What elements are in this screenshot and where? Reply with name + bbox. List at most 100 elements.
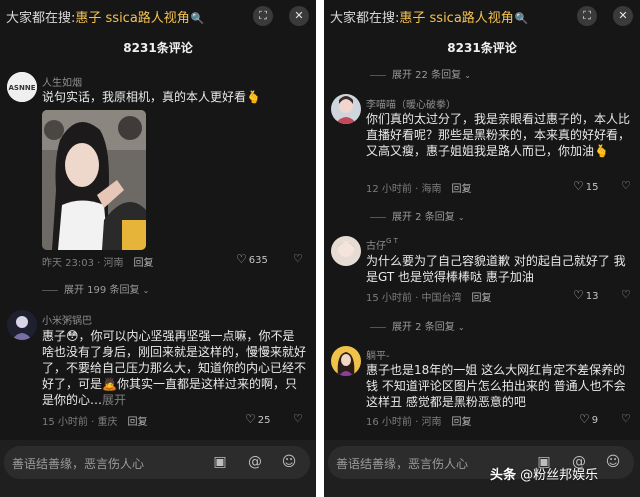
avatar[interactable]: [331, 94, 361, 124]
trending-prefix: 大家都在搜:: [330, 11, 400, 26]
dislike-heart-icon[interactable]: ♡: [621, 179, 631, 192]
comment-count: 8231条评论: [447, 41, 517, 55]
close-icon[interactable]: ✕: [613, 6, 633, 26]
comment-time: 16 小时前 · 河南: [366, 417, 442, 428]
comment-panel-left: 大家都在搜:惠子 ssica路人视角🔍 ⛶ ✕ 8231条评论 ASNNE 人生…: [0, 0, 316, 497]
trending-keyword[interactable]: 惠子 ssica路人视角: [399, 11, 513, 26]
like-button[interactable]: ♡ 13: [573, 288, 599, 302]
heart-icon: ♡: [579, 412, 590, 426]
watermark-account: @粉丝邦娱乐: [520, 468, 599, 483]
avatar-image: [331, 346, 361, 376]
chevron-down-icon: ⌄: [142, 286, 150, 295]
comment-meta: 15 小时前 · 重庆 回复: [42, 413, 147, 428]
dislike-heart-icon[interactable]: ♡: [621, 288, 631, 301]
reply-button[interactable]: 回复: [451, 417, 471, 428]
dislike-heart-icon[interactable]: ♡: [293, 252, 303, 265]
input-placeholder: 善语结善缘，恶言伤人心: [12, 457, 145, 471]
dislike-heart-icon[interactable]: ♡: [621, 412, 631, 425]
like-count: 15: [585, 182, 599, 193]
image-icon[interactable]: ▣: [210, 452, 230, 472]
comment-time: 12 小时前 · 海南: [366, 184, 442, 195]
comment-text: 说句实话，我原相机，真的本人更好看🫰: [42, 90, 261, 104]
username-text: 古仔: [366, 241, 386, 252]
like-button[interactable]: ♡ 9: [579, 412, 598, 426]
comment-text: 为什么要为了自己容貌道歉 对的起自己就好了 我是GT 也是觉得棒棒哒 惠子加油: [366, 254, 626, 284]
like-button[interactable]: ♡ 25: [245, 412, 271, 426]
close-icon[interactable]: ✕: [289, 6, 309, 26]
emoji-icon[interactable]: ☺: [603, 452, 623, 472]
comment-meta: 15 小时前 · 中国台湾 回复: [366, 289, 491, 304]
at-icon[interactable]: @: [245, 452, 265, 472]
comment-meta: 16 小时前 · 河南 回复: [366, 413, 471, 428]
heart-icon: ♡: [573, 179, 584, 193]
avatar[interactable]: [7, 310, 37, 340]
avatar[interactable]: ASNNE: [7, 72, 37, 102]
avatar-image: [7, 310, 37, 340]
comment-username[interactable]: 人生如烟: [42, 74, 82, 89]
watermark-platform: 头条: [490, 468, 517, 483]
chevron-down-icon: ⌄: [457, 323, 465, 332]
expand-replies-label: 展开 22 条回复: [392, 70, 462, 81]
like-count: 13: [585, 291, 599, 302]
expand-replies-button[interactable]: 展开 199 条回复 ⌄: [42, 281, 149, 296]
screenshot-stage: 大家都在搜:惠子 ssica路人视角🔍 ⛶ ✕ 8231条评论 ASNNE 人生…: [0, 0, 640, 497]
trending-keyword[interactable]: 惠子 ssica路人视角: [75, 11, 189, 26]
comment-meta: 12 小时前 · 海南 回复: [366, 180, 471, 195]
comment-username[interactable]: 躺平-: [366, 347, 390, 362]
trending-search[interactable]: 大家都在搜:惠子 ssica路人视角🔍: [330, 7, 529, 26]
comment-username[interactable]: 李喵喵（暖心破拳）: [366, 96, 456, 111]
expand-replies-button[interactable]: 展开 2 条回复 ⌄: [370, 208, 465, 223]
svg-text:ASNNE: ASNNE: [9, 84, 36, 92]
heart-icon: ♡: [245, 412, 256, 426]
reply-button[interactable]: 回复: [134, 258, 154, 269]
photo-image: [42, 110, 146, 250]
comment-time: 昨天 23:03 · 河南: [42, 258, 124, 269]
like-count: 9: [591, 415, 599, 426]
avatar[interactable]: [331, 236, 361, 266]
comment-text: 惠子😳，你可以内心坚强再坚强一点嘛，你不是啥也没有了身后，刚回来就是这样的，慢慢…: [42, 328, 306, 408]
username-tag: G T: [386, 237, 398, 245]
avatar-logo: ASNNE: [7, 72, 37, 102]
like-count: 635: [248, 255, 268, 266]
divider-line: [370, 216, 386, 218]
avatar[interactable]: [331, 346, 361, 376]
avatar-image: [331, 236, 361, 266]
comment-meta: 昨天 23:03 · 河南 回复: [42, 254, 154, 269]
expand-replies-label: 展开 199 条回复: [64, 285, 140, 296]
like-button[interactable]: ♡ 15: [573, 179, 599, 193]
expand-replies-button[interactable]: 展开 22 条回复 ⌄: [370, 66, 471, 81]
divider-line: [42, 289, 58, 291]
emoji-icon[interactable]: ☺: [279, 452, 299, 472]
divider-line: [370, 326, 386, 328]
watermark: 头条 @粉丝邦娱乐: [490, 464, 598, 483]
comment-input[interactable]: 善语结善缘，恶言伤人心 ▣ @ ☺: [4, 446, 310, 479]
like-count: 25: [257, 415, 271, 426]
expand-replies-button[interactable]: 展开 2 条回复 ⌄: [370, 318, 465, 333]
search-icon: 🔍: [514, 12, 529, 25]
comment-time: 15 小时前 · 重庆: [42, 417, 118, 428]
fullscreen-icon[interactable]: ⛶: [577, 6, 597, 26]
comment-body: 惠子😳，你可以内心坚强再坚强一点嘛，你不是啥也没有了身后，刚回来就是这样的，慢慢…: [42, 329, 307, 407]
fullscreen-icon[interactable]: ⛶: [253, 6, 273, 26]
comment-text: 你们真的太过分了，我是亲眼看过惠子的，本人比直播好看呢？那些是黑粉来的，本来真的…: [366, 112, 631, 158]
avatar-image: [331, 94, 361, 124]
like-button[interactable]: ♡ 635: [236, 252, 268, 266]
expand-text-link[interactable]: 展开: [102, 393, 126, 407]
trending-search[interactable]: 大家都在搜:惠子 ssica路人视角🔍: [6, 7, 205, 26]
comment-username[interactable]: 小米粥锅巴: [42, 312, 92, 327]
reply-button[interactable]: 回复: [451, 184, 471, 195]
comment-panel-right: 大家都在搜:惠子 ssica路人视角🔍 ⛶ ✕ 8231条评论 展开 22 条回…: [324, 0, 640, 497]
reply-button[interactable]: 回复: [127, 417, 147, 428]
comment-count: 8231条评论: [123, 41, 193, 55]
input-placeholder: 善语结善缘，恶言伤人心: [336, 457, 469, 471]
reply-button[interactable]: 回复: [471, 293, 491, 304]
comment-time: 15 小时前 · 中国台湾: [366, 293, 462, 304]
expand-replies-label: 展开 2 条回复: [392, 212, 455, 223]
divider-line: [370, 74, 386, 76]
search-icon: 🔍: [190, 12, 205, 25]
heart-icon: ♡: [236, 252, 247, 266]
comment-photo[interactable]: [42, 110, 146, 250]
dislike-heart-icon[interactable]: ♡: [293, 412, 303, 425]
chevron-down-icon: ⌄: [464, 71, 471, 80]
comment-username[interactable]: 古仔G T: [366, 237, 398, 252]
